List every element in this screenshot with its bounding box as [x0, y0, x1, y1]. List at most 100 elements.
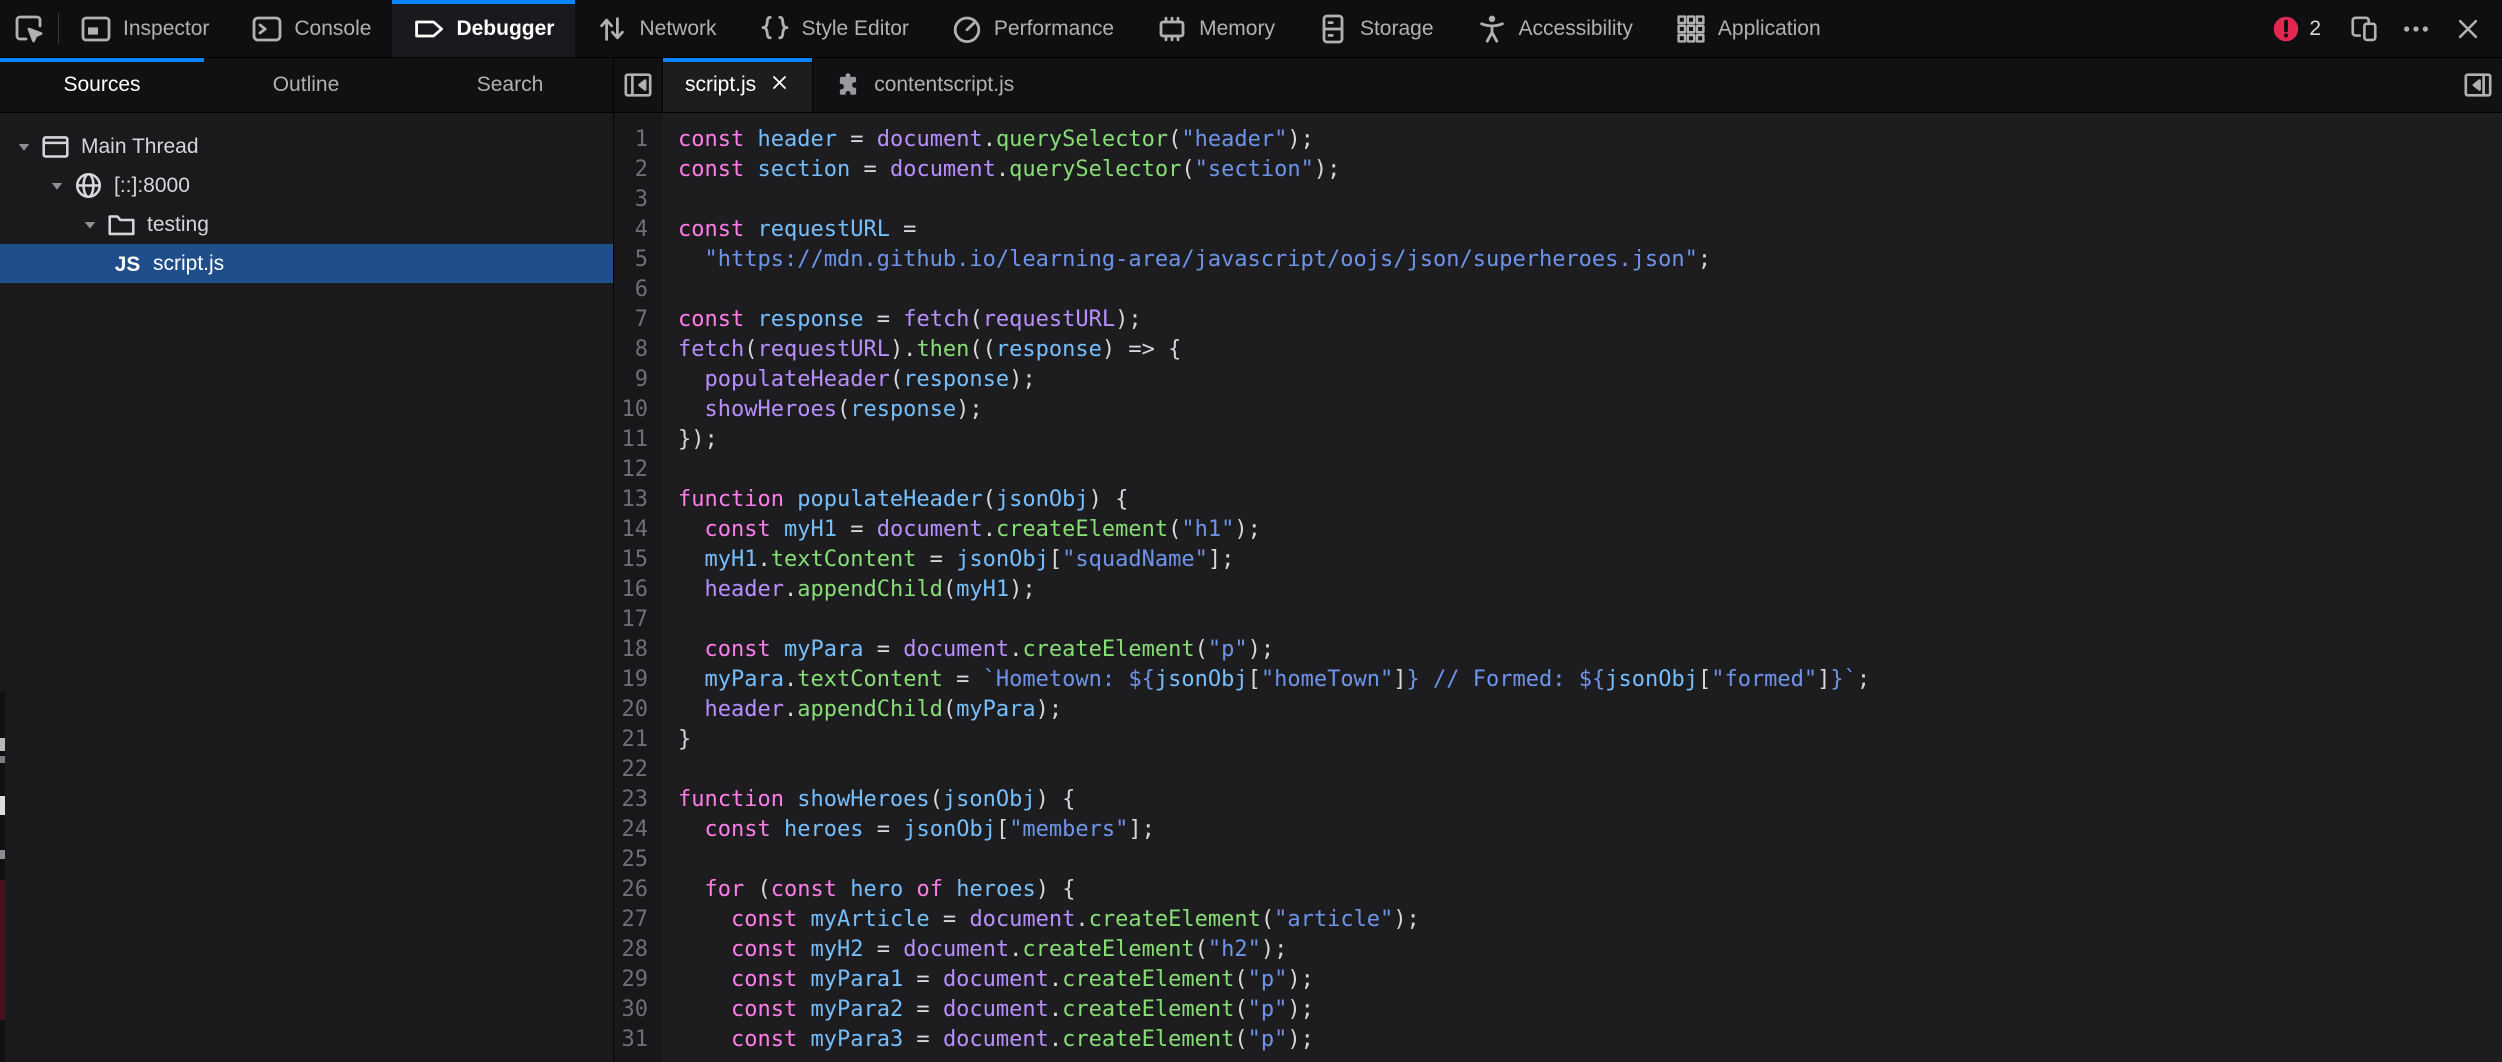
- code-text[interactable]: [662, 605, 678, 635]
- close-devtools-button[interactable]: [2442, 0, 2494, 57]
- line-number[interactable]: 6: [614, 275, 662, 305]
- token-plain: ;: [1698, 247, 1711, 272]
- token-variable: document: [877, 127, 983, 152]
- line-number[interactable]: 10: [614, 395, 662, 425]
- token-plain: [784, 487, 797, 512]
- line-number[interactable]: 24: [614, 815, 662, 845]
- line-number[interactable]: 27: [614, 905, 662, 935]
- line-number[interactable]: 8: [614, 335, 662, 365]
- line-number[interactable]: 2: [614, 155, 662, 185]
- chevron-down-icon[interactable]: [47, 176, 67, 196]
- line-number[interactable]: 18: [614, 635, 662, 665]
- code-text[interactable]: const myH2 = document.createElement("h2"…: [662, 935, 1287, 965]
- code-text[interactable]: const myH1 = document.createElement("h1"…: [662, 515, 1261, 545]
- tab-network[interactable]: Network: [575, 0, 737, 57]
- line-number[interactable]: 7: [614, 305, 662, 335]
- code-text[interactable]: "https://mdn.github.io/learning-area/jav…: [662, 245, 1711, 275]
- line-number[interactable]: 12: [614, 455, 662, 485]
- sidebar-tab-search[interactable]: Search: [408, 58, 612, 112]
- code-text[interactable]: const myPara1 = document.createElement("…: [662, 965, 1314, 995]
- code-text[interactable]: const myPara3 = document.createElement("…: [662, 1025, 1314, 1055]
- line-number[interactable]: 20: [614, 695, 662, 725]
- line-number[interactable]: 29: [614, 965, 662, 995]
- line-number[interactable]: 22: [614, 755, 662, 785]
- tab-console[interactable]: Console: [230, 0, 392, 57]
- tab-memory[interactable]: Memory: [1135, 0, 1296, 57]
- js-file-icon: JS: [113, 249, 142, 278]
- token-plain: [678, 907, 731, 932]
- line-number[interactable]: 28: [614, 935, 662, 965]
- responsive-design-button[interactable]: [2338, 0, 2390, 57]
- chevron-down-icon[interactable]: [80, 215, 100, 235]
- line-number[interactable]: 1: [614, 125, 662, 155]
- tree-item-script-js[interactable]: JSscript.js: [0, 244, 613, 283]
- code-text[interactable]: });: [662, 425, 718, 455]
- code-text[interactable]: }: [662, 725, 691, 755]
- close-tab-button[interactable]: [769, 72, 790, 99]
- tab-accessibility[interactable]: Accessibility: [1455, 0, 1654, 57]
- code-text[interactable]: for (const hero of heroes) {: [662, 875, 1075, 905]
- tab-inspector[interactable]: Inspector: [59, 0, 230, 57]
- line-number[interactable]: 9: [614, 365, 662, 395]
- code-text[interactable]: const header = document.querySelector("h…: [662, 125, 1314, 155]
- code-text[interactable]: header.appendChild(myH1);: [662, 575, 1036, 605]
- tree-item-main-thread[interactable]: Main Thread: [0, 127, 613, 166]
- line-number[interactable]: 26: [614, 875, 662, 905]
- source-tab-script-js[interactable]: script.js: [662, 58, 813, 112]
- code-text[interactable]: [662, 845, 678, 875]
- code-text[interactable]: const myArticle = document.createElement…: [662, 905, 1420, 935]
- tab-style-editor[interactable]: Style Editor: [738, 0, 930, 57]
- line-number[interactable]: 25: [614, 845, 662, 875]
- expand-debugger-panes-button[interactable]: [2454, 58, 2502, 112]
- sidebar-tab-sources[interactable]: Sources: [0, 58, 204, 112]
- code-text[interactable]: function populateHeader(jsonObj) {: [662, 485, 1128, 515]
- code-text[interactable]: const response = fetch(requestURL);: [662, 305, 1142, 335]
- code-text[interactable]: const heroes = jsonObj["members"];: [662, 815, 1155, 845]
- tab-storage[interactable]: Storage: [1296, 0, 1455, 57]
- tab-performance[interactable]: Performance: [930, 0, 1135, 57]
- token-variable: showHeroes: [705, 397, 837, 422]
- tree-item-8000[interactable]: [::]:8000: [0, 166, 613, 205]
- code-text[interactable]: fetch(requestURL).then((response) => {: [662, 335, 1181, 365]
- code-text[interactable]: const myPara = document.createElement("p…: [662, 635, 1274, 665]
- line-number[interactable]: 14: [614, 515, 662, 545]
- code-text[interactable]: const requestURL =: [662, 215, 916, 245]
- code-text[interactable]: [662, 185, 678, 215]
- code-text[interactable]: populateHeader(response);: [662, 365, 1036, 395]
- chevron-down-icon[interactable]: [14, 137, 34, 157]
- line-number[interactable]: 21: [614, 725, 662, 755]
- code-text[interactable]: function showHeroes(jsonObj) {: [662, 785, 1075, 815]
- line-number[interactable]: 15: [614, 545, 662, 575]
- source-tab-contentscript-js[interactable]: contentscript.js: [813, 58, 1036, 112]
- tree-item-testing[interactable]: testing: [0, 205, 613, 244]
- tab-debugger[interactable]: Debugger: [392, 0, 575, 57]
- code-text[interactable]: myPara.textContent = `Hometown: ${jsonOb…: [662, 665, 1870, 695]
- error-count-badge[interactable]: 2: [2256, 15, 2337, 43]
- line-number[interactable]: 4: [614, 215, 662, 245]
- element-picker-button[interactable]: [0, 0, 58, 57]
- line-number[interactable]: 19: [614, 665, 662, 695]
- line-number[interactable]: 30: [614, 995, 662, 1025]
- line-number[interactable]: 5: [614, 245, 662, 275]
- code-text[interactable]: const myPara2 = document.createElement("…: [662, 995, 1314, 1025]
- editor-tab-bar: script.jscontentscript.js: [614, 58, 2502, 112]
- code-text[interactable]: header.appendChild(myPara);: [662, 695, 1062, 725]
- line-number[interactable]: 31: [614, 1025, 662, 1055]
- line-number[interactable]: 11: [614, 425, 662, 455]
- code-text[interactable]: const section = document.querySelector("…: [662, 155, 1340, 185]
- line-number[interactable]: 16: [614, 575, 662, 605]
- line-number[interactable]: 17: [614, 605, 662, 635]
- more-menu-button[interactable]: [2390, 0, 2442, 57]
- code-text[interactable]: showHeroes(response);: [662, 395, 983, 425]
- tab-application[interactable]: Application: [1654, 0, 1842, 57]
- line-number[interactable]: 23: [614, 785, 662, 815]
- line-number[interactable]: 3: [614, 185, 662, 215]
- line-number[interactable]: 13: [614, 485, 662, 515]
- collapse-sources-panel-button[interactable]: [614, 58, 662, 112]
- sidebar-tab-outline[interactable]: Outline: [204, 58, 408, 112]
- code-editor[interactable]: 1const header = document.querySelector("…: [614, 113, 2502, 1062]
- code-text[interactable]: [662, 755, 678, 785]
- code-text[interactable]: [662, 275, 678, 305]
- code-text[interactable]: [662, 455, 678, 485]
- code-text[interactable]: myH1.textContent = jsonObj["squadName"];: [662, 545, 1234, 575]
